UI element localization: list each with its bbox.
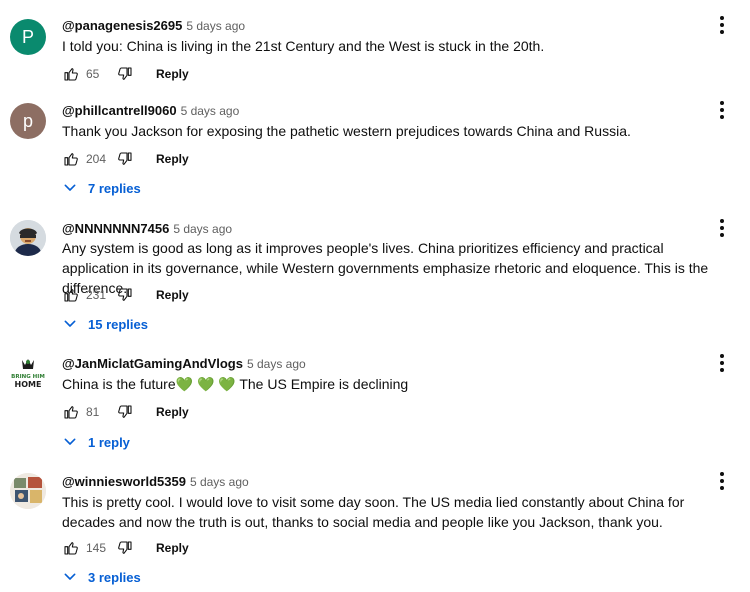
author-name[interactable]: @phillcantrell9060 (62, 103, 177, 118)
more-actions-icon[interactable] (715, 353, 729, 373)
more-actions-icon[interactable] (715, 15, 729, 35)
comment-time[interactable]: 5 days ago (190, 475, 249, 489)
view-replies-button[interactable]: 1 reply (62, 434, 130, 450)
comment-time[interactable]: 5 days ago (181, 104, 240, 118)
photo-collage-avatar[interactable] (10, 473, 46, 509)
chevron-down-icon (62, 316, 78, 332)
reply-button[interactable]: Reply (156, 405, 189, 419)
comment-header: @panagenesis2695 5 days ago (62, 18, 245, 34)
more-actions-icon[interactable] (715, 218, 729, 238)
comment-actions: 65 Reply (62, 64, 189, 84)
like-count: 65 (86, 67, 100, 81)
more-actions-icon[interactable] (715, 471, 729, 491)
like-count: 81 (86, 405, 100, 419)
bring-him-home-logo[interactable]: BRING HIM HOME (10, 356, 46, 392)
replies-count-label: 15 replies (88, 316, 148, 332)
more-actions-icon[interactable] (715, 100, 729, 120)
comment-text: I told you: China is living in the 21st … (62, 38, 545, 54)
comment-actions: 204 Reply (62, 149, 189, 169)
thumbs-down-icon[interactable] (116, 286, 134, 304)
comment-text-end: The US Empire is declining (235, 376, 409, 392)
comment-text: This is pretty cool. I would love to vis… (62, 494, 685, 530)
comment-header: @phillcantrell9060 5 days ago (62, 103, 239, 119)
comment-header: @winniesworld5359 5 days ago (62, 474, 249, 490)
thumbs-down-icon[interactable] (116, 539, 134, 557)
avatar[interactable]: p (10, 103, 46, 139)
thumbs-up-icon[interactable] (62, 65, 80, 83)
reply-button[interactable]: Reply (156, 541, 189, 555)
thumbs-down-icon[interactable] (116, 403, 134, 421)
comment-actions: 231 Reply (62, 285, 189, 305)
like-count: 231 (86, 288, 107, 302)
comment-text: China is the future💚 💚 💚 The US Empire i… (62, 374, 734, 394)
avatar[interactable]: P (10, 19, 46, 55)
comment-time[interactable]: 5 days ago (247, 357, 306, 371)
thumbs-up-icon[interactable] (62, 286, 80, 304)
green-heart-emojis: 💚 💚 💚 (175, 376, 236, 392)
author-name[interactable]: @winniesworld5359 (62, 474, 186, 489)
view-replies-button[interactable]: 3 replies (62, 569, 141, 585)
comment-header: @NNNNNNN7456 5 days ago (62, 221, 232, 237)
comment-text: Thank you Jackson for exposing the pathe… (62, 123, 631, 139)
comment-actions: 145 Reply (62, 538, 189, 558)
chevron-down-icon (62, 180, 78, 196)
reply-button[interactable]: Reply (156, 288, 189, 302)
thumbs-down-icon[interactable] (116, 150, 134, 168)
comment-text-start: China is the future (62, 376, 176, 392)
view-replies-button[interactable]: 15 replies (62, 316, 148, 332)
thumbs-up-icon[interactable] (62, 539, 80, 557)
view-replies-button[interactable]: 7 replies (62, 180, 141, 196)
thumbs-down-icon[interactable] (116, 65, 134, 83)
svg-text:HOME: HOME (15, 380, 42, 389)
replies-count-label: 3 replies (88, 569, 141, 585)
reply-button[interactable]: Reply (156, 67, 189, 81)
comment-actions: 81 Reply (62, 402, 189, 422)
author-name[interactable]: @NNNNNNN7456 (62, 221, 169, 236)
comment-time[interactable]: 5 days ago (186, 19, 245, 33)
chevron-down-icon (62, 569, 78, 585)
thumbs-up-icon[interactable] (62, 403, 80, 421)
reply-button[interactable]: Reply (156, 152, 189, 166)
cartoon-character-avatar[interactable] (10, 220, 46, 256)
chevron-down-icon (62, 434, 78, 450)
thumbs-up-icon[interactable] (62, 150, 80, 168)
comment-time[interactable]: 5 days ago (173, 222, 232, 236)
author-name[interactable]: @JanMiclatGamingAndVlogs (62, 356, 243, 371)
like-count: 145 (86, 541, 107, 555)
replies-count-label: 7 replies (88, 180, 141, 196)
like-count: 204 (86, 152, 107, 166)
author-name[interactable]: @panagenesis2695 (62, 18, 182, 33)
replies-count-label: 1 reply (88, 434, 130, 450)
comment-header: @JanMiclatGamingAndVlogs 5 days ago (62, 356, 306, 372)
